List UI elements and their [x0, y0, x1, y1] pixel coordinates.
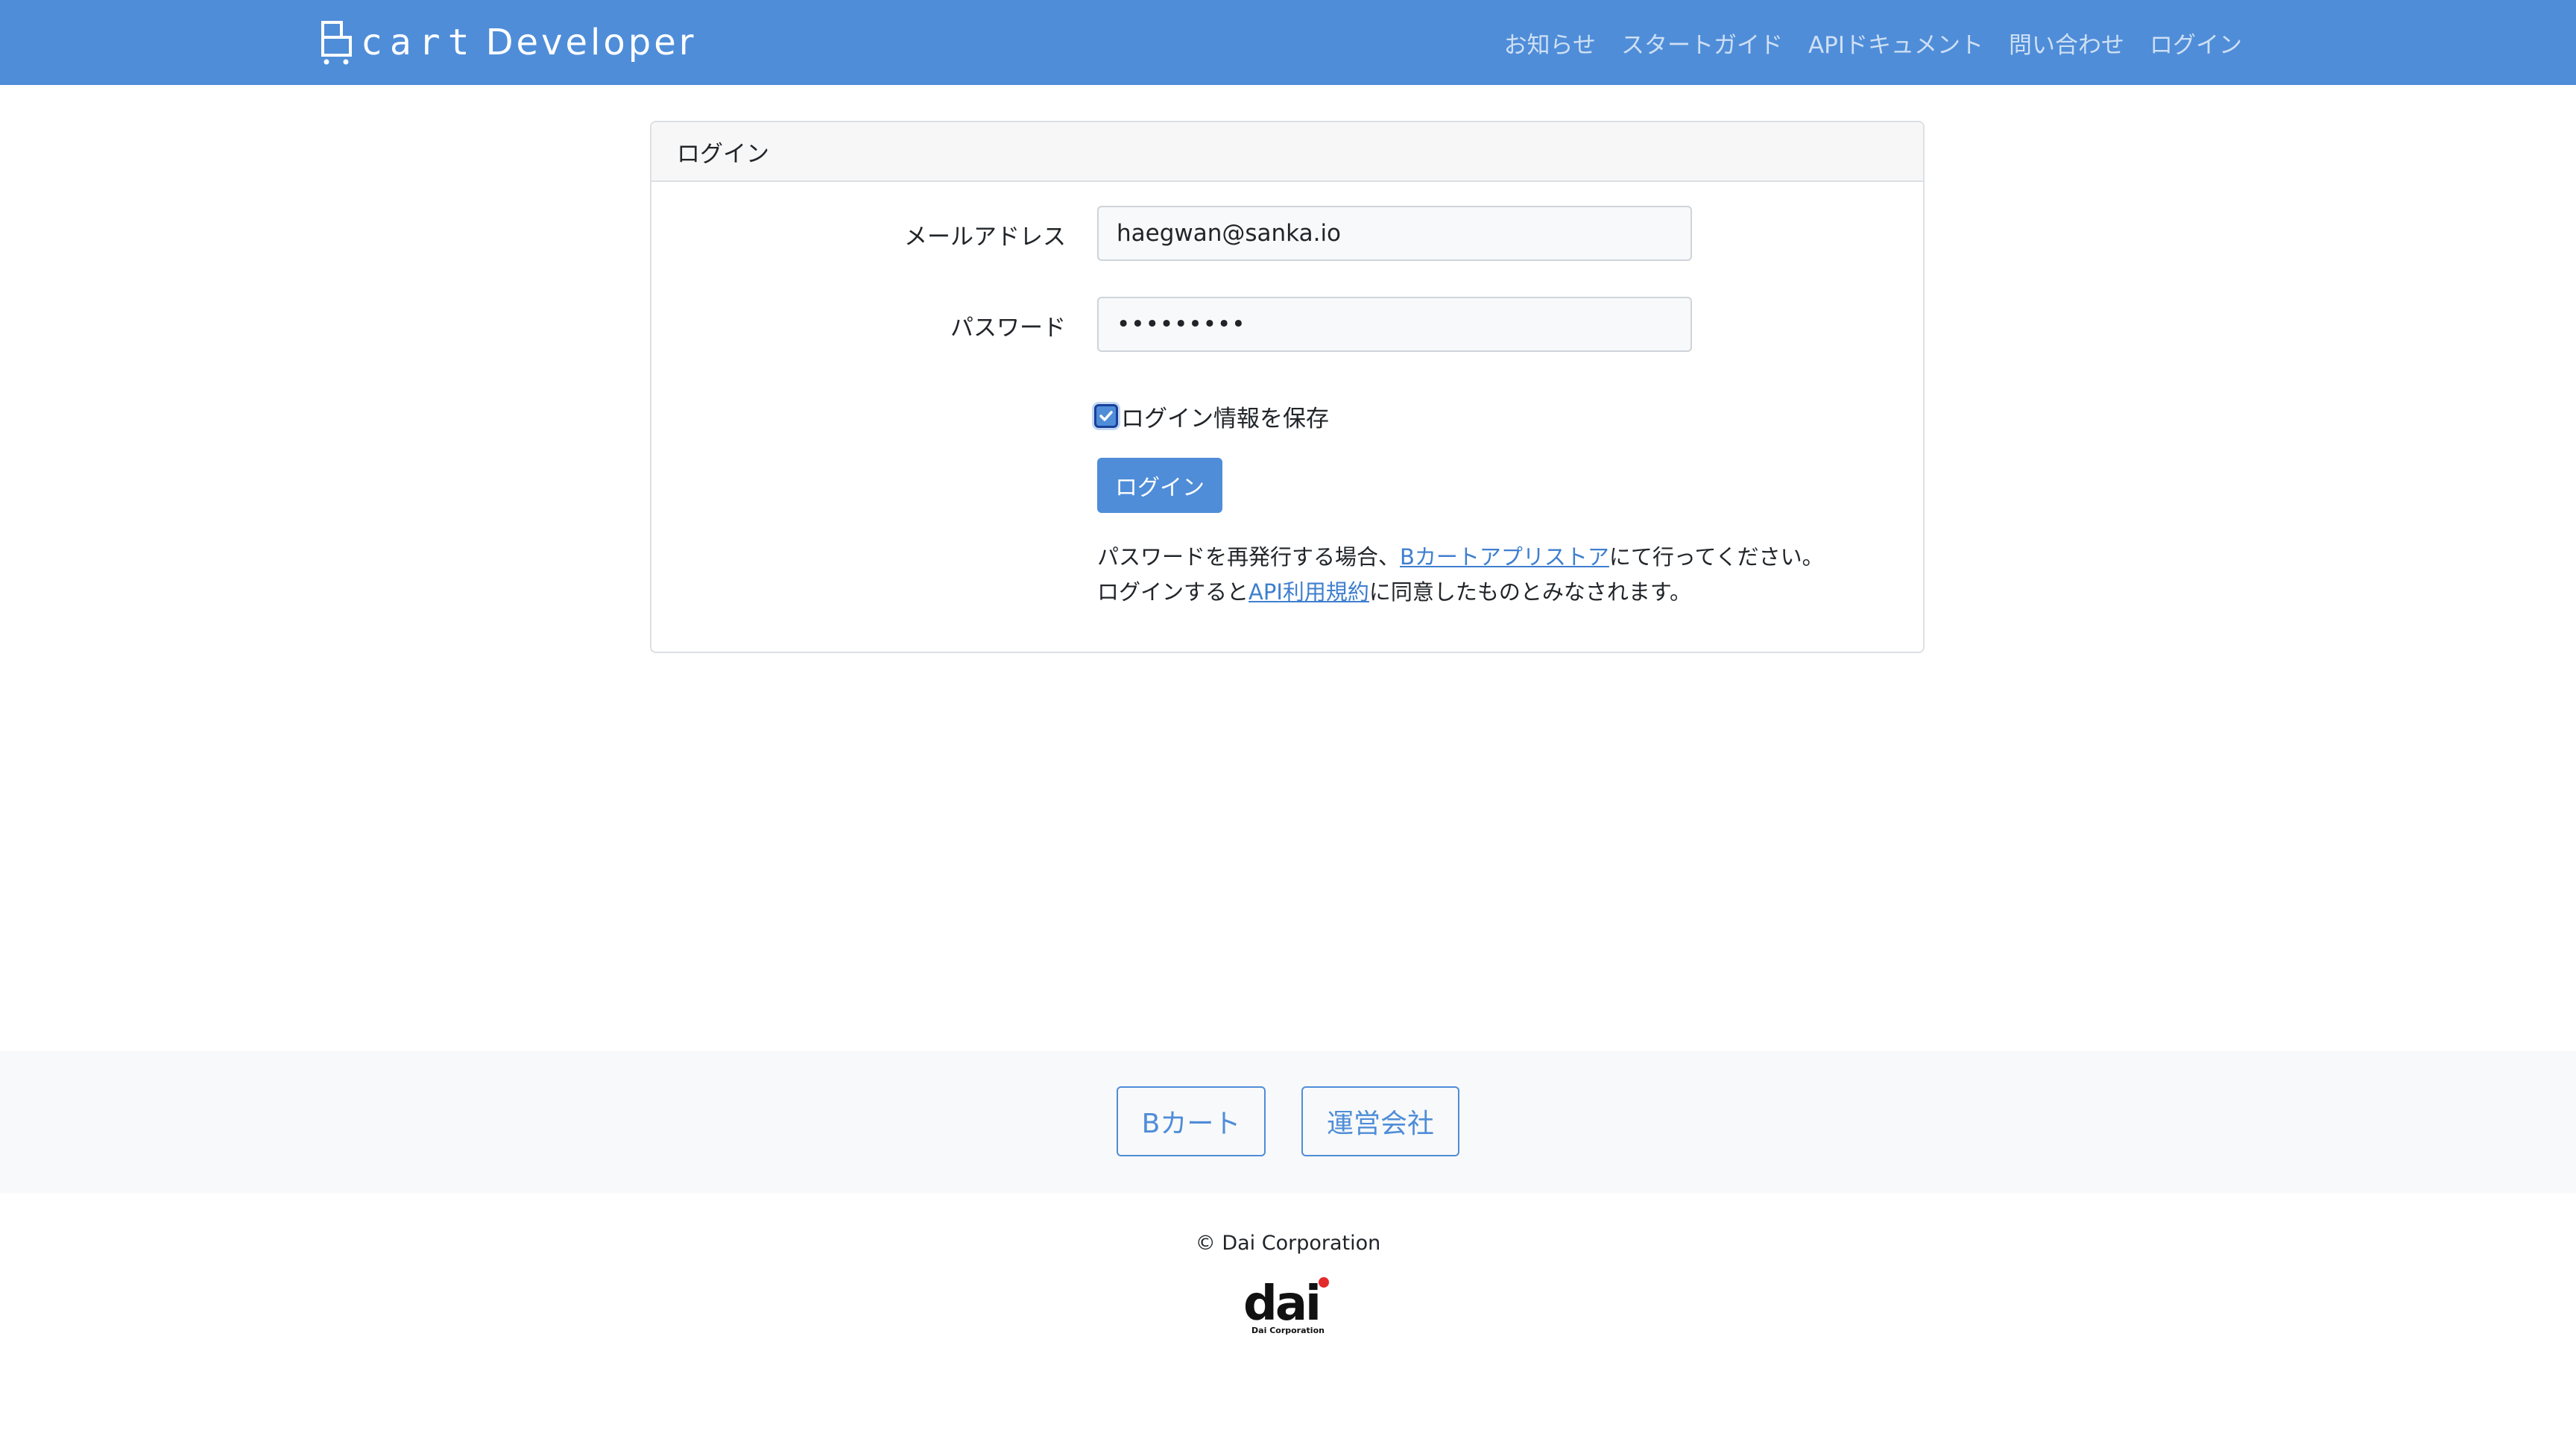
- dai-logo-subtext: Dai Corporation: [1251, 1326, 1325, 1335]
- email-label: メールアドレス: [904, 224, 1066, 251]
- nav-contact[interactable]: 問い合わせ: [2009, 26, 2124, 60]
- bcart-footer-button[interactable]: Bカート: [1117, 1086, 1266, 1156]
- nav-start-guide[interactable]: スタートガイド: [1621, 26, 1783, 60]
- bcart-app-store-link[interactable]: Bカートアプリストア: [1400, 544, 1609, 570]
- top-navbar: cart Developer お知らせ スタートガイド APIドキュメント 問い…: [0, 0, 2576, 85]
- nav-login[interactable]: ログイン: [2150, 26, 2242, 60]
- dai-logo-red-dot: [1319, 1277, 1329, 1288]
- note-line1-suffix: にて行ってください。: [1609, 544, 1824, 570]
- footer-links-band: Bカート 運営会社: [0, 1051, 2576, 1193]
- note-line2-prefix: ログインすると: [1097, 579, 1249, 605]
- api-terms-link[interactable]: API利用規約: [1248, 579, 1369, 605]
- note-line2-suffix: に同意したものとみなされます。: [1368, 579, 1692, 605]
- login-submit-button[interactable]: ログイン: [1097, 458, 1222, 513]
- brand-logo-link[interactable]: cart Developer: [321, 18, 696, 67]
- password-reset-note: パスワードを再発行する場合、Bカートアプリストアにて行ってください。: [1097, 540, 1824, 571]
- checkmark-icon: [1099, 411, 1113, 421]
- main-nav: お知らせ スタートガイド APIドキュメント 問い合わせ ログイン: [1504, 0, 2242, 85]
- nav-news[interactable]: お知らせ: [1504, 26, 1596, 60]
- remember-me-row[interactable]: ログイン情報を保存: [1094, 401, 1329, 432]
- password-label: パスワード: [950, 315, 1066, 341]
- dai-logo-text: dai: [1243, 1276, 1319, 1332]
- login-card: ログイン メールアドレス パスワード ••••••••• ログイン情報を保存 ロ…: [650, 121, 1925, 653]
- remember-me-checkbox[interactable]: [1094, 404, 1118, 428]
- copyright-text: © Dai Corporation: [1195, 1232, 1381, 1255]
- note-line1-prefix: パスワードを再発行する場合、: [1097, 544, 1401, 570]
- remember-me-label: ログイン情報を保存: [1121, 405, 1329, 432]
- nav-api-docs[interactable]: APIドキュメント: [1808, 26, 1983, 60]
- brand-cart-text: cart: [361, 22, 477, 63]
- terms-note: ログインするとAPI利用規約に同意したものとみなされます。: [1097, 575, 1691, 606]
- dai-corporation-logo: dai Dai Corporation: [1243, 1276, 1329, 1335]
- email-input[interactable]: [1097, 206, 1692, 261]
- company-footer-button[interactable]: 運営会社: [1301, 1086, 1459, 1156]
- login-card-title: ログイン: [651, 122, 1923, 182]
- bcart-b-logo-icon: [321, 21, 352, 65]
- brand-developer-text: Developer: [485, 22, 697, 63]
- password-input[interactable]: •••••••••: [1097, 297, 1692, 352]
